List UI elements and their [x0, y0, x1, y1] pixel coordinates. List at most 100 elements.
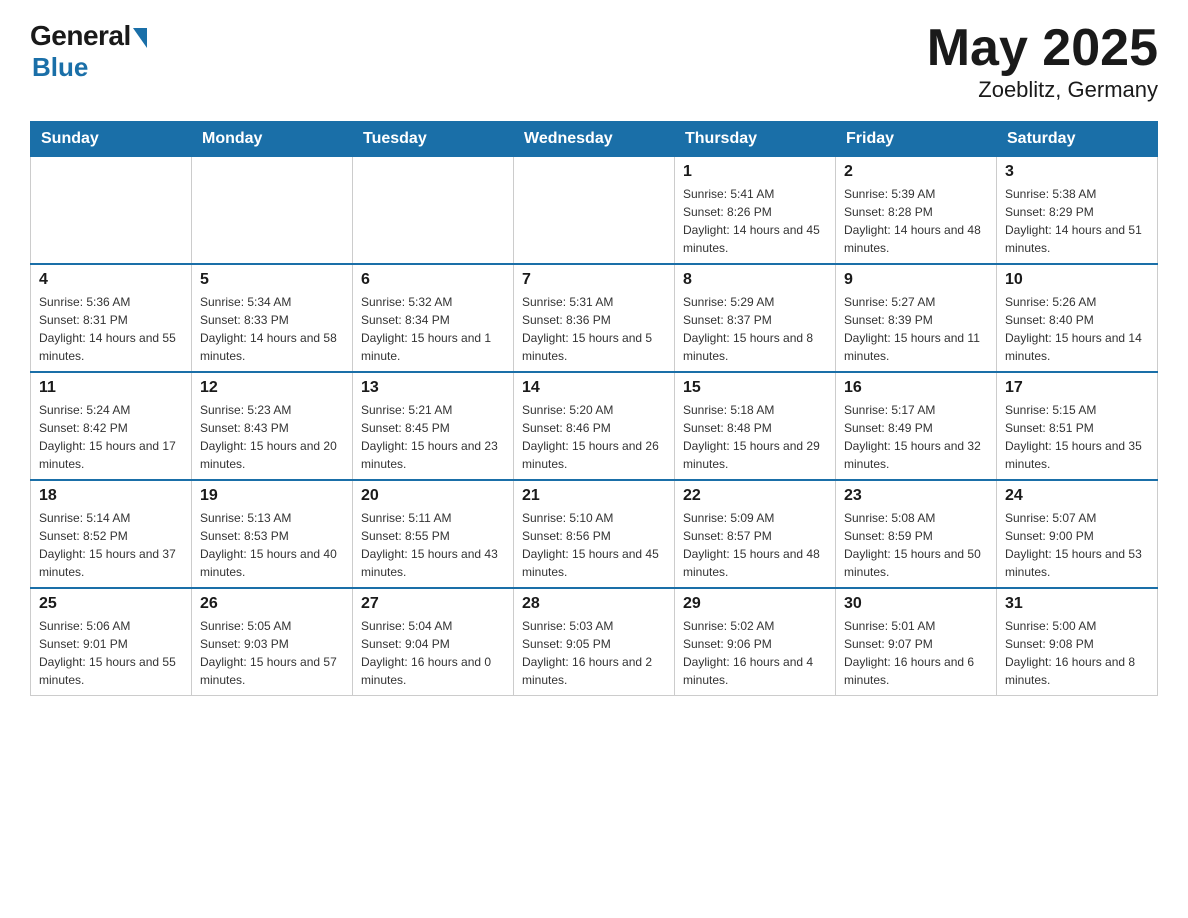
day-number: 11	[39, 379, 183, 397]
calendar-cell: 23Sunrise: 5:08 AM Sunset: 8:59 PM Dayli…	[836, 480, 997, 588]
day-info: Sunrise: 5:18 AM Sunset: 8:48 PM Dayligh…	[683, 401, 827, 473]
calendar-subtitle: Zoeblitz, Germany	[927, 77, 1158, 103]
day-info: Sunrise: 5:23 AM Sunset: 8:43 PM Dayligh…	[200, 401, 344, 473]
day-number: 1	[683, 163, 827, 181]
page-header: General Blue May 2025 Zoeblitz, Germany	[30, 20, 1158, 103]
day-info: Sunrise: 5:03 AM Sunset: 9:05 PM Dayligh…	[522, 617, 666, 689]
day-info: Sunrise: 5:04 AM Sunset: 9:04 PM Dayligh…	[361, 617, 505, 689]
calendar-cell: 16 Sunrise: 5:17 AM Sunset: 8:49 PM Dayli…	[836, 372, 997, 480]
calendar-cell: 25 Sunrise: 5:06 AM Sunset: 9:01 PM Dayli…	[31, 588, 192, 696]
day-info: Sunrise: 5:07 AM Sunset: 9:00 PM Dayligh…	[1005, 509, 1149, 581]
calendar-cell: 5Sunrise: 5:34 AM Sunset: 8:33 PM Daylig…	[192, 264, 353, 372]
day-info: Sunrise: 5:01 AM Sunset: 9:07 PM Dayligh…	[844, 617, 988, 689]
calendar-cell: 17 Sunrise: 5:15 AM Sunset: 8:51 PM Dayli…	[997, 372, 1158, 480]
day-info: Sunrise: 5:20 AM Sunset: 8:46 PM Dayligh…	[522, 401, 666, 473]
calendar-cell: 18Sunrise: 5:14 AM Sunset: 8:52 PM Dayli…	[31, 480, 192, 588]
calendar-week-2: 4 Sunrise: 5:36 AM Sunset: 8:31 PM Daylig…	[31, 264, 1158, 372]
day-number: 3	[1005, 163, 1149, 181]
day-info: Sunrise: 5:13 AM Sunset: 8:53 PM Dayligh…	[200, 509, 344, 581]
day-info: Sunrise: 5:00 AM Sunset: 9:08 PM Dayligh…	[1005, 617, 1149, 689]
calendar-week-3: 11 Sunrise: 5:24 AM Sunset: 8:42 PM Dayli…	[31, 372, 1158, 480]
day-number: 29	[683, 595, 827, 613]
day-number: 17	[1005, 379, 1149, 397]
calendar-cell: 2 Sunrise: 5:39 AM Sunset: 8:28 PM Daylig…	[836, 157, 997, 265]
calendar-cell: 30 Sunrise: 5:01 AM Sunset: 9:07 PM Dayli…	[836, 588, 997, 696]
day-number: 24	[1005, 487, 1149, 505]
day-number: 7	[522, 271, 666, 289]
day-info: Sunrise: 5:05 AM Sunset: 9:03 PM Dayligh…	[200, 617, 344, 689]
weekday-header-tuesday: Tuesday	[353, 122, 514, 157]
day-number: 14	[522, 379, 666, 397]
day-number: 23	[844, 487, 988, 505]
calendar-cell: 31 Sunrise: 5:00 AM Sunset: 9:08 PM Dayli…	[997, 588, 1158, 696]
calendar-cell	[31, 157, 192, 265]
day-info: Sunrise: 5:41 AM Sunset: 8:26 PM Dayligh…	[683, 185, 827, 257]
weekday-header-sunday: Sunday	[31, 122, 192, 157]
weekday-header-wednesday: Wednesday	[514, 122, 675, 157]
calendar-cell: 20Sunrise: 5:11 AM Sunset: 8:55 PM Dayli…	[353, 480, 514, 588]
day-number: 12	[200, 379, 344, 397]
day-number: 9	[844, 271, 988, 289]
day-number: 5	[200, 271, 344, 289]
calendar-cell	[192, 157, 353, 265]
calendar-cell: 29Sunrise: 5:02 AM Sunset: 9:06 PM Dayli…	[675, 588, 836, 696]
day-number: 15	[683, 379, 827, 397]
day-number: 22	[683, 487, 827, 505]
day-info: Sunrise: 5:15 AM Sunset: 8:51 PM Dayligh…	[1005, 401, 1149, 473]
day-number: 31	[1005, 595, 1149, 613]
day-info: Sunrise: 5:17 AM Sunset: 8:49 PM Dayligh…	[844, 401, 988, 473]
weekday-header-monday: Monday	[192, 122, 353, 157]
day-info: Sunrise: 5:21 AM Sunset: 8:45 PM Dayligh…	[361, 401, 505, 473]
day-number: 30	[844, 595, 988, 613]
day-number: 13	[361, 379, 505, 397]
calendar-cell	[514, 157, 675, 265]
calendar-cell: 1 Sunrise: 5:41 AM Sunset: 8:26 PM Daylig…	[675, 157, 836, 265]
calendar-cell: 15 Sunrise: 5:18 AM Sunset: 8:48 PM Dayli…	[675, 372, 836, 480]
day-info: Sunrise: 5:32 AM Sunset: 8:34 PM Dayligh…	[361, 293, 505, 365]
weekday-header-friday: Friday	[836, 122, 997, 157]
day-info: Sunrise: 5:36 AM Sunset: 8:31 PM Dayligh…	[39, 293, 183, 365]
calendar-cell: 24 Sunrise: 5:07 AM Sunset: 9:00 PM Dayli…	[997, 480, 1158, 588]
calendar-cell: 21 Sunrise: 5:10 AM Sunset: 8:56 PM Dayli…	[514, 480, 675, 588]
calendar-table: SundayMondayTuesdayWednesdayThursdayFrid…	[30, 121, 1158, 696]
day-info: Sunrise: 5:31 AM Sunset: 8:36 PM Dayligh…	[522, 293, 666, 365]
weekday-header-row: SundayMondayTuesdayWednesdayThursdayFrid…	[31, 122, 1158, 157]
title-block: May 2025 Zoeblitz, Germany	[927, 20, 1158, 103]
day-info: Sunrise: 5:14 AM Sunset: 8:52 PM Dayligh…	[39, 509, 183, 581]
logo-triangle-icon	[133, 28, 147, 48]
day-number: 25	[39, 595, 183, 613]
logo-blue-text: Blue	[32, 52, 88, 83]
day-number: 10	[1005, 271, 1149, 289]
calendar-cell: 7 Sunrise: 5:31 AM Sunset: 8:36 PM Daylig…	[514, 264, 675, 372]
calendar-week-5: 25 Sunrise: 5:06 AM Sunset: 9:01 PM Dayli…	[31, 588, 1158, 696]
calendar-cell: 8 Sunrise: 5:29 AM Sunset: 8:37 PM Daylig…	[675, 264, 836, 372]
calendar-cell: 14 Sunrise: 5:20 AM Sunset: 8:46 PM Dayli…	[514, 372, 675, 480]
day-info: Sunrise: 5:10 AM Sunset: 8:56 PM Dayligh…	[522, 509, 666, 581]
calendar-title: May 2025	[927, 20, 1158, 77]
calendar-cell: 27Sunrise: 5:04 AM Sunset: 9:04 PM Dayli…	[353, 588, 514, 696]
day-number: 21	[522, 487, 666, 505]
day-info: Sunrise: 5:39 AM Sunset: 8:28 PM Dayligh…	[844, 185, 988, 257]
day-number: 2	[844, 163, 988, 181]
day-number: 16	[844, 379, 988, 397]
day-info: Sunrise: 5:06 AM Sunset: 9:01 PM Dayligh…	[39, 617, 183, 689]
day-number: 19	[200, 487, 344, 505]
day-number: 8	[683, 271, 827, 289]
day-info: Sunrise: 5:27 AM Sunset: 8:39 PM Dayligh…	[844, 293, 988, 365]
logo: General Blue	[30, 20, 147, 83]
weekday-header-thursday: Thursday	[675, 122, 836, 157]
calendar-cell: 13 Sunrise: 5:21 AM Sunset: 8:45 PM Dayli…	[353, 372, 514, 480]
logo-general-text: General	[30, 20, 131, 52]
day-number: 4	[39, 271, 183, 289]
calendar-week-4: 18Sunrise: 5:14 AM Sunset: 8:52 PM Dayli…	[31, 480, 1158, 588]
day-info: Sunrise: 5:38 AM Sunset: 8:29 PM Dayligh…	[1005, 185, 1149, 257]
day-info: Sunrise: 5:24 AM Sunset: 8:42 PM Dayligh…	[39, 401, 183, 473]
calendar-cell: 12 Sunrise: 5:23 AM Sunset: 8:43 PM Dayli…	[192, 372, 353, 480]
calendar-cell: 3 Sunrise: 5:38 AM Sunset: 8:29 PM Daylig…	[997, 157, 1158, 265]
calendar-cell: 9 Sunrise: 5:27 AM Sunset: 8:39 PM Daylig…	[836, 264, 997, 372]
calendar-week-1: 1 Sunrise: 5:41 AM Sunset: 8:26 PM Daylig…	[31, 157, 1158, 265]
calendar-cell: 10Sunrise: 5:26 AM Sunset: 8:40 PM Dayli…	[997, 264, 1158, 372]
calendar-cell: 4 Sunrise: 5:36 AM Sunset: 8:31 PM Daylig…	[31, 264, 192, 372]
calendar-cell: 28Sunrise: 5:03 AM Sunset: 9:05 PM Dayli…	[514, 588, 675, 696]
day-info: Sunrise: 5:29 AM Sunset: 8:37 PM Dayligh…	[683, 293, 827, 365]
